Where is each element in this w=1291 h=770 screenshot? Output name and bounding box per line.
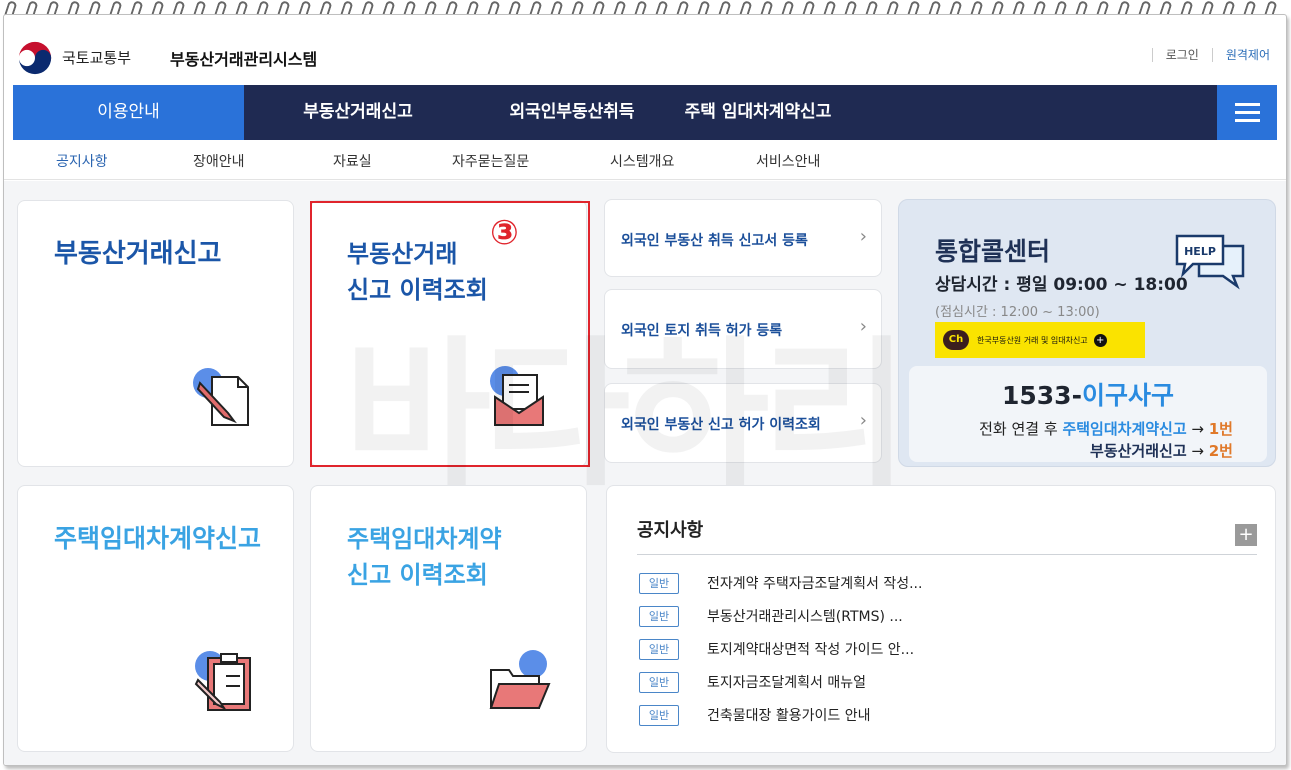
nav-tab-lease-report[interactable]: 주택 임대차계약신고 bbox=[672, 85, 844, 140]
lease-history-title-line2: 신고 이력조회 bbox=[347, 561, 488, 589]
foreign-link-label-2: 외국인 토지 취득 허가 등록 bbox=[621, 323, 783, 339]
nav-tab-guide[interactable]: 이용안내 bbox=[13, 85, 244, 140]
foreign-land-permit-link[interactable]: 외국인 토지 취득 허가 등록 › bbox=[604, 289, 882, 369]
call-line1-prefix: 전화 연결 후 bbox=[979, 420, 1063, 438]
subnav-archive[interactable]: 자료실 bbox=[333, 151, 372, 171]
call-number: 1533-이구사구 bbox=[909, 376, 1267, 412]
trade-report-title: 부동산거래신고 bbox=[54, 239, 222, 269]
login-link[interactable]: 로그인 bbox=[1151, 48, 1212, 62]
notice-item[interactable]: 일반 전자계약 주택자금조달계획서 작성... bbox=[639, 571, 922, 595]
call-line2-service: 부동산거래신고 bbox=[1090, 442, 1187, 460]
call-number-rest: 이구사구 bbox=[1081, 381, 1174, 410]
kakao-channel-button[interactable]: Ch 한국부동산원 거래 및 임대차신고 + bbox=[935, 322, 1145, 358]
notice-text[interactable]: 토지자금조달계획서 매뉴얼 bbox=[707, 672, 866, 692]
lease-report-card[interactable]: 주택임대차계약신고 bbox=[17, 485, 294, 752]
ministry-name: 국토교통부 bbox=[62, 49, 132, 67]
clipboard-icon bbox=[194, 651, 251, 711]
notice-badge: 일반 bbox=[639, 605, 679, 627]
call-center-lunch: (점심시간 : 12:00 ~ 13:00) bbox=[935, 305, 1100, 320]
chevron-right-icon: › bbox=[859, 316, 867, 337]
notice-divider bbox=[637, 554, 1257, 555]
nav-tab-foreign-acquisition[interactable]: 외국인부동산취득 bbox=[472, 85, 672, 140]
call-line2-arrow: → bbox=[1186, 442, 1209, 460]
more-plus-icon[interactable]: + bbox=[1235, 524, 1257, 546]
kakao-channel-label: 한국부동산원 거래 및 임대차신고 bbox=[977, 335, 1088, 345]
subnav-outage[interactable]: 장애안내 bbox=[193, 151, 245, 171]
call-line1-arrow: → bbox=[1186, 420, 1209, 438]
lease-history-card[interactable]: 주택임대차계약 신고 이력조회 bbox=[310, 485, 587, 752]
nav-tab-trade-report[interactable]: 부동산거래신고 bbox=[244, 85, 472, 140]
call-line1-service: 주택임대차계약신고 bbox=[1062, 420, 1187, 438]
plus-icon: + bbox=[1093, 333, 1107, 347]
notice-item[interactable]: 일반 부동산거래관리시스템(RTMS) ... bbox=[639, 604, 903, 628]
call-center-title: 통합콜센터 bbox=[935, 237, 1051, 266]
call-center-card: 통합콜센터 상담시간 : 평일 09:00 ~ 18:00 (점심시간 : 12… bbox=[898, 199, 1276, 467]
notice-item[interactable]: 일반 건축물대장 활용가이드 안내 bbox=[639, 703, 870, 727]
call-line2-choice: 2번 bbox=[1208, 442, 1233, 460]
subnav-overview[interactable]: 시스템개요 bbox=[610, 151, 674, 171]
hamburger-menu-icon[interactable] bbox=[1217, 85, 1277, 140]
chevron-right-icon: › bbox=[859, 226, 867, 247]
help-bubble-icon: HELP bbox=[1175, 234, 1245, 290]
system-title[interactable]: 부동산거래관리시스템 bbox=[170, 46, 317, 70]
call-line1-choice: 1번 bbox=[1208, 420, 1233, 438]
main-nav: 이용안내 부동산거래신고 외국인부동산취득 주택 임대차계약신고 bbox=[13, 85, 1277, 140]
highlight-box bbox=[310, 201, 590, 467]
foreign-link-label-1: 외국인 부동산 취득 신고서 등록 bbox=[621, 233, 808, 249]
foreign-acquisition-report-link[interactable]: 외국인 부동산 취득 신고서 등록 › bbox=[604, 199, 882, 277]
call-option-line-1: 전화 연결 후 주택임대차계약신고 → 1번 bbox=[979, 418, 1233, 439]
top-header: 국토교통부 부동산거래관리시스템 로그인 원격제어 bbox=[4, 35, 1286, 85]
notice-badge: 일반 bbox=[639, 638, 679, 660]
notice-text[interactable]: 건축물대장 활용가이드 안내 bbox=[707, 705, 870, 725]
call-number-prefix: 1533- bbox=[1002, 381, 1082, 410]
browser-frame: 국토교통부 부동산거래관리시스템 로그인 원격제어 이용안내 부동산거래신고 외… bbox=[3, 14, 1287, 766]
trade-report-card[interactable]: 부동산거래신고 bbox=[17, 200, 294, 467]
notice-badge: 일반 bbox=[639, 704, 679, 726]
folder-icon bbox=[489, 650, 551, 709]
notice-title: 공지사항 bbox=[637, 520, 704, 541]
call-number-panel: 1533-이구사구 전화 연결 후 주택임대차계약신고 → 1번 부동산거래신고… bbox=[909, 366, 1267, 462]
lease-report-title: 주택임대차계약신고 bbox=[54, 524, 262, 553]
notice-item[interactable]: 일반 토지계약대상면적 작성 가이드 안... bbox=[639, 637, 914, 661]
notice-badge: 일반 bbox=[639, 671, 679, 693]
notice-panel: 공지사항 + 일반 전자계약 주택자금조달계획서 작성... 일반 부동산거래관… bbox=[606, 485, 1276, 753]
subnav-notices[interactable]: 공지사항 bbox=[56, 151, 108, 171]
chevron-right-icon: › bbox=[859, 410, 867, 431]
notice-item[interactable]: 일반 토지자금조달계획서 매뉴얼 bbox=[639, 670, 866, 694]
notice-text[interactable]: 토지계약대상면적 작성 가이드 안... bbox=[707, 639, 914, 659]
notice-text[interactable]: 전자계약 주택자금조달계획서 작성... bbox=[707, 573, 922, 593]
call-option-line-2: 부동산거래신고 → 2번 bbox=[1090, 440, 1233, 461]
sub-nav: 공지사항 장애안내 자료실 자주묻는질문 시스템개요 서비스안내 bbox=[4, 140, 1286, 180]
notice-text[interactable]: 부동산거래관리시스템(RTMS) ... bbox=[707, 606, 903, 626]
help-bubble-text: HELP bbox=[1184, 245, 1216, 258]
foreign-link-label-3: 외국인 부동산 신고 허가 이력조회 bbox=[621, 417, 821, 433]
pen-document-icon bbox=[193, 368, 249, 426]
utility-links: 로그인 원격제어 bbox=[1151, 48, 1270, 62]
notice-badge: 일반 bbox=[639, 572, 679, 594]
call-center-hours: 상담시간 : 평일 09:00 ~ 18:00 bbox=[935, 275, 1188, 295]
subnav-service[interactable]: 서비스안내 bbox=[756, 151, 820, 171]
foreign-permit-history-link[interactable]: 외국인 부동산 신고 허가 이력조회 › bbox=[604, 383, 882, 463]
government-logo-icon bbox=[16, 39, 54, 77]
step-marker: ③ bbox=[490, 213, 519, 253]
lease-history-title-line1: 주택임대차계약 bbox=[347, 525, 502, 553]
subnav-faq[interactable]: 자주묻는질문 bbox=[452, 151, 529, 171]
remote-control-link[interactable]: 원격제어 bbox=[1211, 48, 1270, 62]
kakao-channel-icon: Ch bbox=[943, 330, 969, 350]
